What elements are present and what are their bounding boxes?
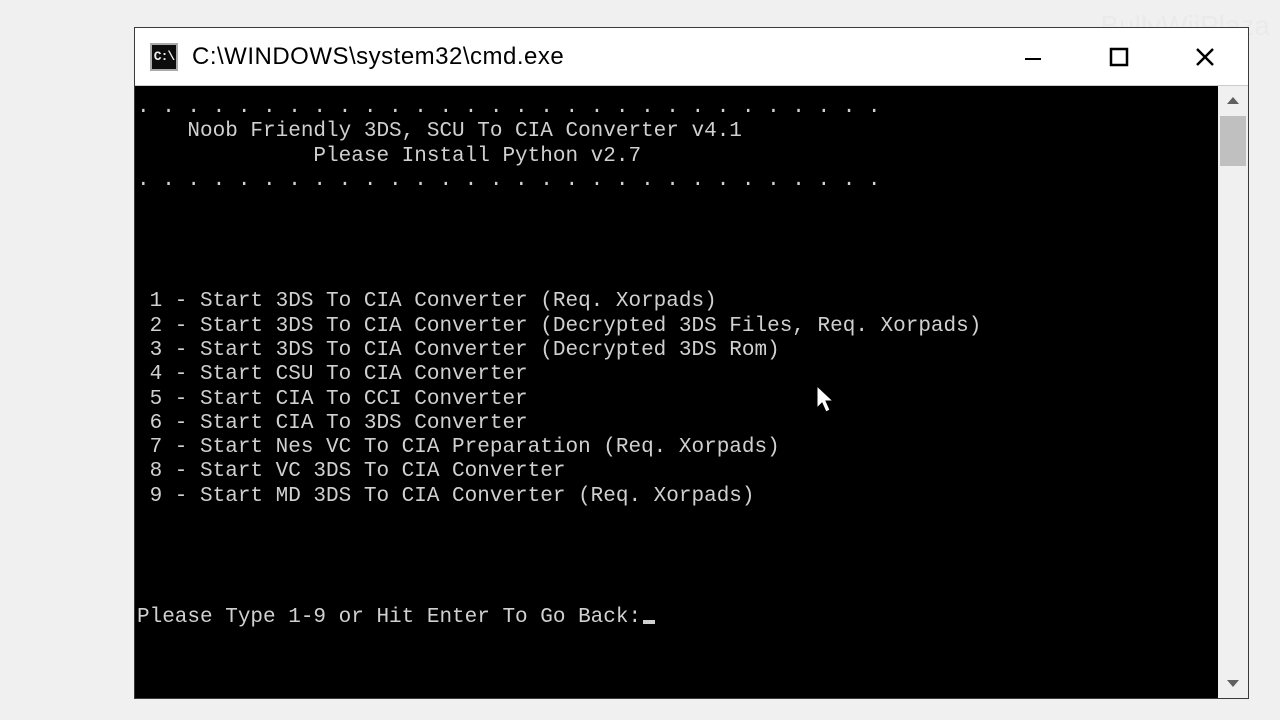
header-line-2: Please Install Python v2.7 <box>137 145 641 168</box>
menu-item: 9 - Start MD 3DS To CIA Converter (Req. … <box>137 485 755 508</box>
window-title: C:\WINDOWS\system32\cmd.exe <box>192 43 990 71</box>
menu-item: 3 - Start 3DS To CIA Converter (Decrypte… <box>137 339 780 362</box>
scroll-down-button[interactable] <box>1218 668 1248 698</box>
scroll-thumb[interactable] <box>1220 116 1246 166</box>
scrollbar[interactable] <box>1218 86 1248 698</box>
menu-item: 8 - Start VC 3DS To CIA Converter <box>137 460 565 483</box>
border-line: . . . . . . . . . . . . . . . . . . . . … <box>137 96 881 119</box>
close-button[interactable] <box>1162 28 1248 85</box>
scroll-up-button[interactable] <box>1218 86 1248 116</box>
scroll-track[interactable] <box>1218 116 1248 668</box>
menu-item: 1 - Start 3DS To CIA Converter (Req. Xor… <box>137 290 717 313</box>
window-controls <box>990 28 1248 85</box>
maximize-icon <box>1107 45 1131 69</box>
border-line: . . . . . . . . . . . . . . . . . . . . … <box>137 169 881 192</box>
maximize-button[interactable] <box>1076 28 1162 85</box>
cmd-icon: C:\ <box>150 43 178 71</box>
menu-item: 5 - Start CIA To CCI Converter <box>137 388 528 411</box>
console-wrap: . . . . . . . . . . . . . . . . . . . . … <box>135 86 1248 698</box>
minimize-button[interactable] <box>990 28 1076 85</box>
titlebar[interactable]: C:\ C:\WINDOWS\system32\cmd.exe <box>135 28 1248 86</box>
mouse-cursor-icon <box>715 362 838 447</box>
cmd-window: C:\ C:\WINDOWS\system32\cmd.exe . . . . … <box>134 27 1249 699</box>
prompt-line: Please Type 1-9 or Hit Enter To Go Back: <box>137 606 641 629</box>
menu-item: 2 - Start 3DS To CIA Converter (Decrypte… <box>137 315 981 338</box>
chevron-down-icon <box>1225 675 1241 691</box>
chevron-up-icon <box>1225 93 1241 109</box>
console-output[interactable]: . . . . . . . . . . . . . . . . . . . . … <box>135 86 1218 698</box>
menu-item: 7 - Start Nes VC To CIA Preparation (Req… <box>137 436 780 459</box>
menu-item: 6 - Start CIA To 3DS Converter <box>137 412 528 435</box>
text-cursor <box>643 620 655 624</box>
close-icon <box>1193 45 1217 69</box>
cmd-icon-text: C:\ <box>154 49 174 64</box>
minimize-icon <box>1021 45 1045 69</box>
menu-item: 4 - Start CSU To CIA Converter <box>137 363 528 386</box>
header-line-1: Noob Friendly 3DS, SCU To CIA Converter … <box>137 120 742 143</box>
